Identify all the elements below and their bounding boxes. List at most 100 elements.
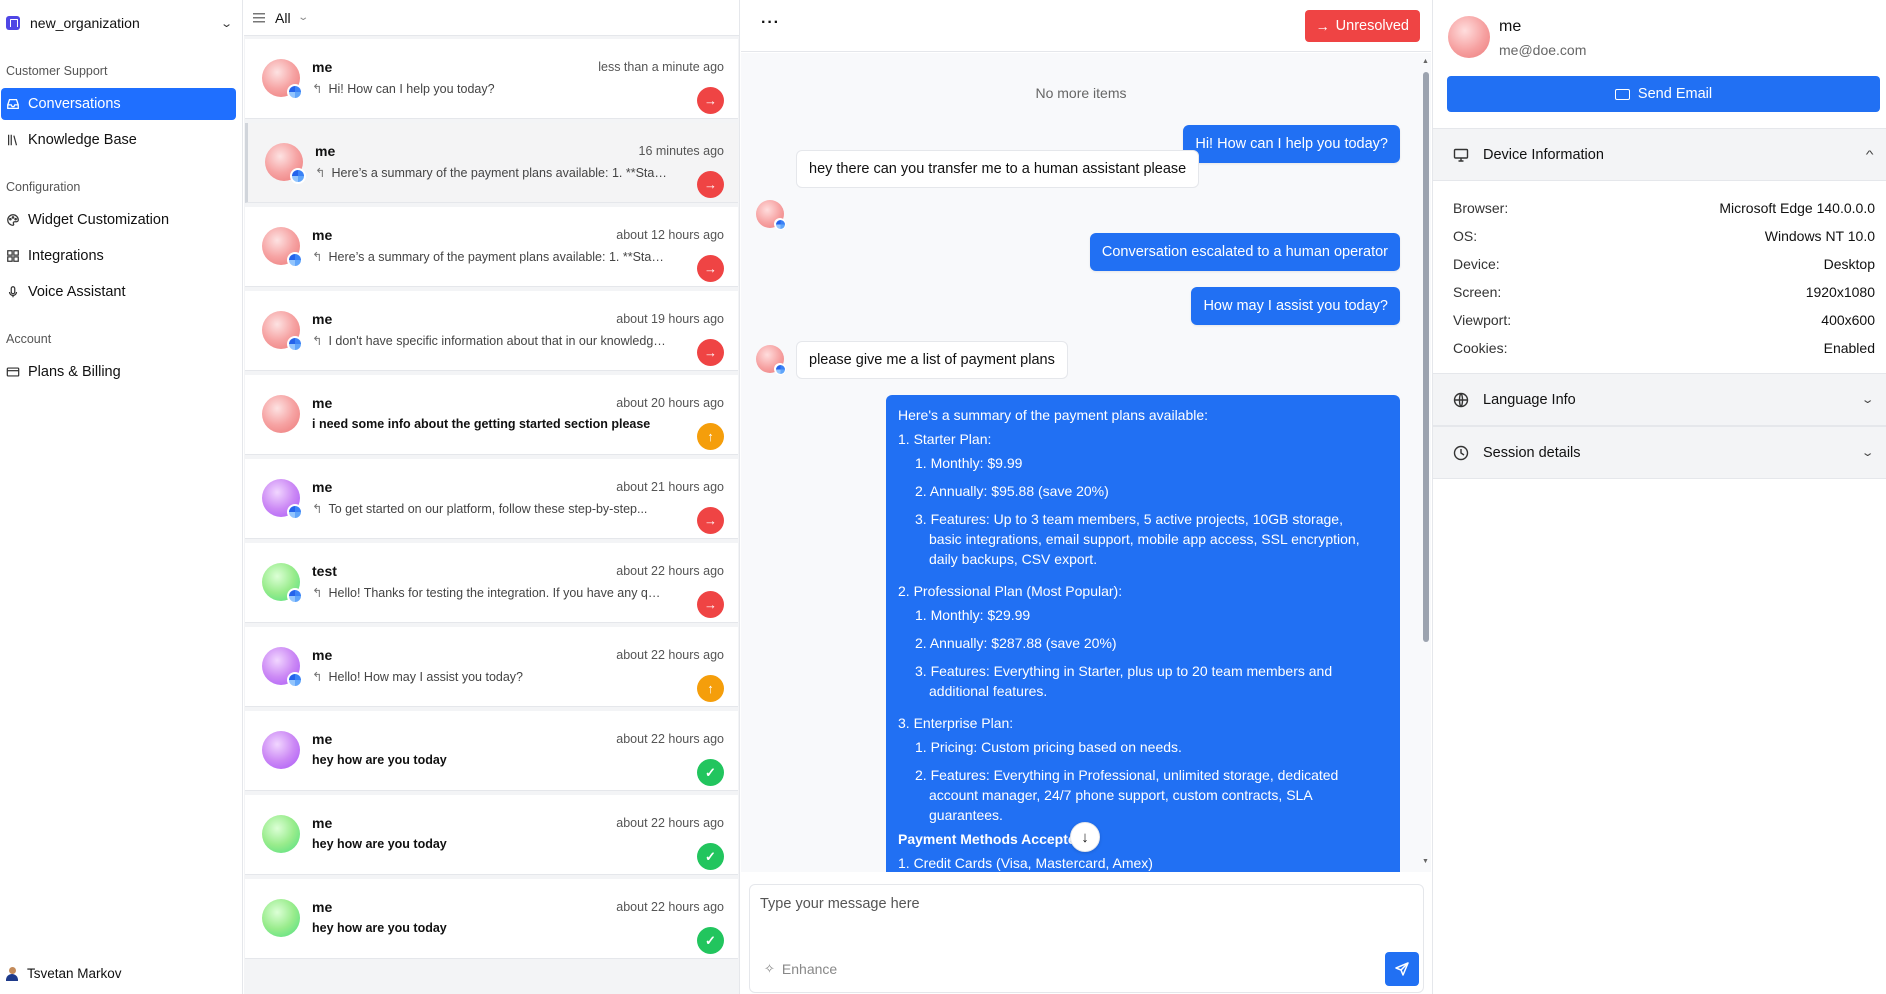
- conversation-preview: ↰ Hello! How may I assist you today?: [312, 670, 524, 684]
- sidebar-item-voice-assistant[interactable]: Voice Assistant: [1, 276, 236, 308]
- summary-line: daily backups, CSV export.: [929, 551, 1098, 567]
- sidebar-item-integrations[interactable]: Integrations: [1, 240, 236, 272]
- enhance-button[interactable]: ✧ Enhance: [764, 961, 837, 977]
- org-switcher[interactable]: new_organization ⌄: [6, 10, 233, 36]
- chevron-down-icon: ⌄: [219, 17, 233, 30]
- summary-payment-methods: Payment Methods Accepted:: [898, 831, 1089, 847]
- conversation-item[interactable]: me about 21 hours ago ↰ To get started on o…: [245, 459, 738, 539]
- conversation-item[interactable]: me about 22 hours ago hey how are you toda…: [245, 879, 738, 959]
- enhance-label: Enhance: [781, 961, 838, 977]
- widget-badge-icon: [287, 672, 303, 688]
- device-info-key: Cookies:: [1453, 340, 1508, 356]
- conversation-item[interactable]: me about 22 hours ago ↰ Hello! How may I as…: [245, 627, 738, 707]
- user-menu[interactable]: Tsvetan Markov: [6, 966, 122, 981]
- conversation-item[interactable]: me about 22 hours ago hey how are you toda…: [245, 711, 738, 791]
- scroll-down-arrow-icon[interactable]: ▼: [1422, 858, 1429, 865]
- contact-avatar: [1448, 16, 1490, 58]
- contact-email: me@doe.com: [1499, 42, 1587, 58]
- reply-icon: ↰: [312, 250, 323, 264]
- widget-badge-icon: [287, 336, 303, 352]
- conversation-time: about 12 hours ago: [616, 228, 724, 242]
- send-button[interactable]: [1385, 952, 1419, 986]
- summary-line: 3. Features: Up to 3 team members, 5 act…: [915, 511, 1343, 527]
- summary-line: 2. Annually: $95.88 (save 20%): [915, 483, 1109, 499]
- chevron-down-icon: ⌄: [296, 12, 309, 23]
- conversation-item[interactable]: me about 12 hours ago ↰ Here’s a summary of…: [245, 207, 738, 287]
- conversation-item[interactable]: me about 20 hours ago i need some info abo…: [245, 375, 738, 455]
- conversation-list: All ⌄ me less than a minute ago ↰ Hi! How c…: [244, 0, 740, 994]
- status-red-icon: →: [697, 339, 724, 366]
- chevron-up-icon: ^: [1865, 148, 1874, 161]
- avatar: [262, 395, 300, 433]
- status-label: Unresolved: [1335, 18, 1409, 34]
- status-button[interactable]: → Unresolved: [1304, 10, 1420, 42]
- conversation-preview: ↰ Hello! Thanks for testing the integrati…: [312, 586, 667, 600]
- list-filter[interactable]: All ⌄: [244, 0, 739, 36]
- conversation-name: me: [312, 815, 333, 831]
- sidebar-item-label: Plans & Billing: [28, 364, 121, 380]
- status-red-icon: →: [697, 171, 724, 198]
- sidebar-item-conversations[interactable]: Conversations: [1, 88, 236, 120]
- device-info-key: Screen:: [1453, 284, 1502, 300]
- device-info-key: Viewport:: [1453, 312, 1512, 328]
- inbox-icon: [6, 97, 20, 111]
- avatar: [262, 899, 300, 937]
- more-options-icon[interactable]: ···: [761, 14, 780, 32]
- device-info-accordion[interactable]: Device Information ^: [1433, 128, 1886, 181]
- device-info-value: 400x600: [1821, 312, 1875, 328]
- conversation-time: less than a minute ago: [598, 60, 724, 74]
- conversation-item[interactable]: me about 22 hours ago hey how are you toda…: [245, 795, 738, 875]
- agent-message: How may I assist you today?: [1191, 287, 1400, 325]
- sidebar-item-widget-customization[interactable]: Widget Customization: [1, 204, 236, 236]
- device-info-row: Browser: Microsoft Edge 140.0.0.0: [1453, 200, 1875, 216]
- message-input[interactable]: Type your message here: [760, 896, 920, 912]
- conversation-preview: ↰ To get started on our platform, follow …: [312, 502, 648, 516]
- send-email-button[interactable]: Send Email: [1447, 76, 1880, 112]
- scrollbar-thumb[interactable]: [1423, 72, 1429, 642]
- sidebar-item-label: Widget Customization: [28, 212, 170, 228]
- globe-icon: [1453, 392, 1469, 408]
- grid-icon: [6, 249, 20, 263]
- conversation-name: me: [312, 731, 333, 747]
- message-composer[interactable]: Type your message here ✧ Enhance: [749, 884, 1424, 993]
- sidebar-item-knowledge-base[interactable]: Knowledge Base: [1, 124, 236, 156]
- no-more-items: No more items: [1035, 85, 1127, 101]
- status-green-icon: ✓: [697, 843, 724, 870]
- device-info-key: Browser:: [1453, 200, 1509, 216]
- device-info-value: Windows NT 10.0: [1764, 228, 1875, 244]
- status-green-icon: ✓: [697, 927, 724, 954]
- contact-panel: me me@doe.com Send Email Device Informat…: [1432, 0, 1886, 994]
- sidebar-item-plans-billing[interactable]: Plans & Billing: [1, 356, 236, 388]
- session-details-accordion[interactable]: Session details ⌄: [1433, 426, 1886, 479]
- conversation-item[interactable]: test about 22 hours ago ↰ Hello! Thanks for…: [245, 543, 738, 623]
- org-logo-icon: [6, 16, 20, 30]
- clock-icon: [1453, 445, 1469, 461]
- chat-scrollbar[interactable]: ▲ ▼: [1421, 58, 1429, 868]
- device-info-key: OS:: [1453, 228, 1478, 244]
- agent-message: Hi! How can I help you today?: [1183, 125, 1400, 163]
- status-red-icon: →: [697, 507, 724, 534]
- conversation-time: about 22 hours ago: [616, 900, 724, 914]
- org-name: new_organization: [30, 15, 140, 31]
- conversation-name: me: [312, 59, 333, 75]
- filter-label: All: [275, 9, 291, 26]
- status-red-icon: →: [697, 87, 724, 114]
- scroll-down-button[interactable]: ↓: [1070, 822, 1100, 852]
- conversation-item[interactable]: me less than a minute ago ↰ Hi! How can I h…: [245, 39, 738, 119]
- conversation-preview: ↰ I don't have specific information about…: [312, 334, 667, 348]
- avatar: [262, 479, 303, 520]
- conversation-item[interactable]: me 16 minutes ago ↰ Here’s a summary of the…: [245, 123, 738, 203]
- conversation-time: about 22 hours ago: [616, 648, 724, 662]
- summary-line: 3. Features: Everything in Starter, plus…: [915, 663, 1333, 679]
- conversation-time: about 20 hours ago: [616, 396, 724, 410]
- conversation-item[interactable]: me about 19 hours ago ↰ I don't have specif…: [245, 291, 738, 371]
- status-red-icon: →: [697, 591, 724, 618]
- conversation-name: me: [312, 395, 333, 411]
- user-message: hey there can you transfer me to a human…: [796, 150, 1200, 188]
- summary-line: account manager, 24/7 phone support, cus…: [929, 787, 1313, 803]
- conversation-name: me: [312, 311, 333, 327]
- language-info-accordion[interactable]: Language Info ⌄: [1433, 373, 1886, 426]
- device-info-value: Enabled: [1823, 340, 1875, 356]
- scroll-up-arrow-icon[interactable]: ▲: [1422, 58, 1429, 65]
- avatar: [262, 59, 303, 100]
